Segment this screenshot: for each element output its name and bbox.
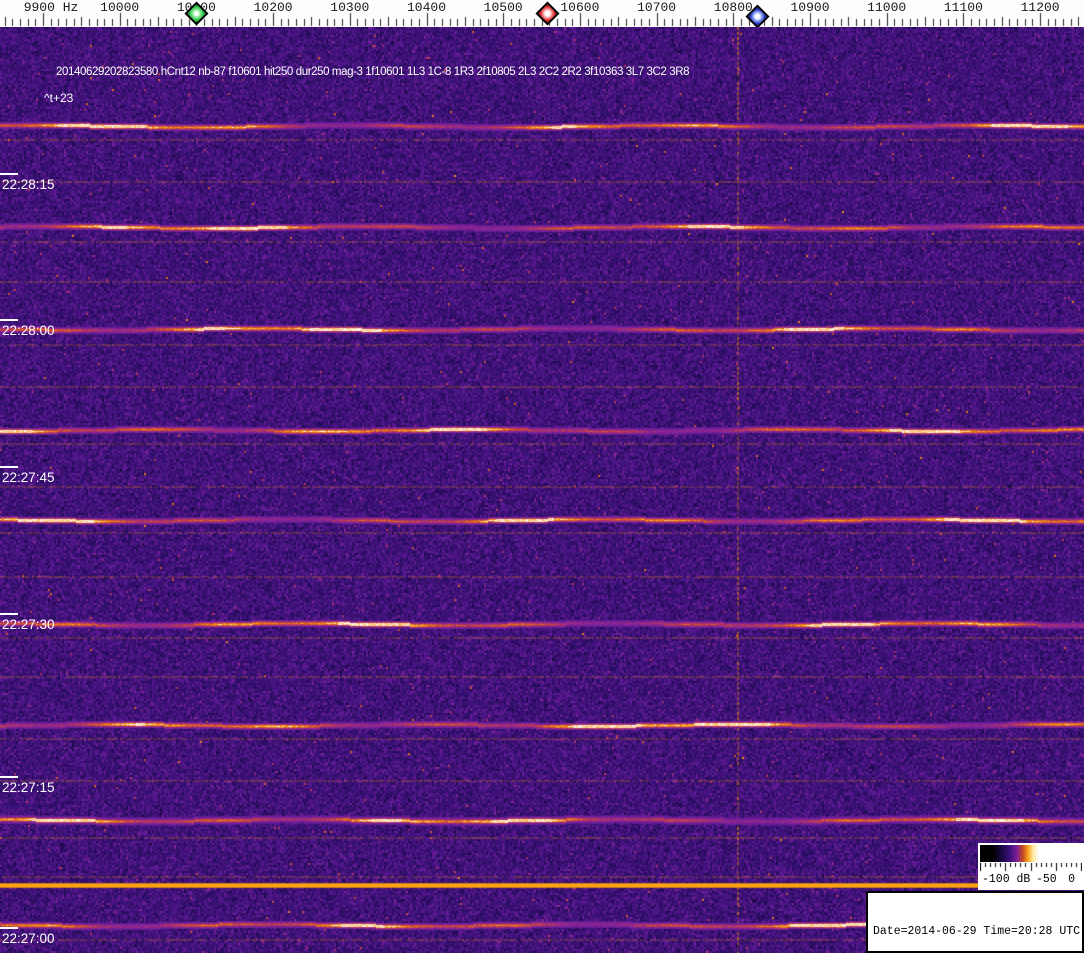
time-label: 22:27:00 (2, 931, 55, 946)
frequency-ruler: 9900 Hz100001010010200103001040010500106… (0, 0, 1084, 29)
detection-header-text: 20140629202823580 hCnt12 nb-87 f10601 hi… (56, 66, 690, 78)
time-tick-mark (0, 173, 18, 175)
freq-tick-label: 9900 Hz (23, 0, 79, 15)
meteor-spectrogram-app: 9900 Hz100001010010200103001040010500106… (0, 0, 1084, 953)
freq-tick-label: 10300 (330, 0, 370, 15)
freq-tick-label: 10500 (483, 0, 523, 15)
time-label: 22:27:45 (2, 470, 55, 485)
time-tick-mark (0, 776, 18, 778)
info-box: Date=2014-06-29 Time=20:28 UTC Freq=143 … (866, 891, 1084, 953)
freq-tick-label: 10600 (560, 0, 600, 15)
freq-tick-label: 11200 (1020, 0, 1060, 15)
time-tick-mark (0, 927, 18, 929)
db-label-mid: -50 (1036, 873, 1057, 886)
freq-tick-label: 10000 (100, 0, 140, 15)
freq-tick-label: 11000 (867, 0, 907, 15)
freq-tick-label: 10400 (406, 0, 447, 15)
time-tick-mark (0, 613, 18, 615)
spectrogram-canvas (0, 27, 1084, 953)
freq-tick-label: 10700 (637, 0, 677, 15)
db-scale-labels: -100 dB -50 0 (978, 873, 1084, 889)
db-label-max: 0 (1068, 873, 1075, 886)
freq-tick-label: 10800 (713, 0, 753, 15)
db-scale-ticks (980, 863, 1082, 873)
db-scale-legend: -100 dB -50 0 (978, 843, 1084, 890)
freq-tick-label: 11100 (943, 0, 983, 15)
time-label: 22:27:30 (2, 617, 55, 632)
db-gradient-bar (980, 845, 1082, 862)
freq-tick-label: 10200 (253, 0, 293, 15)
time-label: 22:28:15 (2, 177, 55, 192)
db-label-min: -100 dB (982, 873, 1031, 886)
cursor-offset-text: ^t+23 (44, 91, 74, 105)
time-label: 22:27:15 (2, 780, 55, 795)
time-tick-mark (0, 319, 18, 321)
time-label: 22:28:00 (2, 323, 55, 338)
time-tick-mark (0, 466, 18, 468)
freq-tick-label: 10900 (790, 0, 830, 15)
info-date-time: Date=2014-06-29 Time=20:28 UTC (873, 925, 1081, 938)
